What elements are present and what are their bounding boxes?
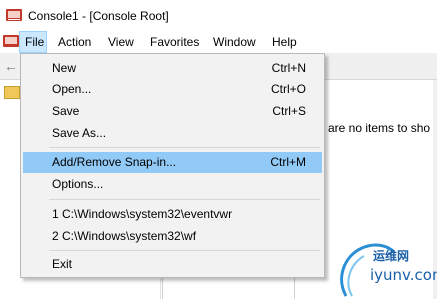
menu-file[interactable]: File [19,31,47,53]
menu-favorites[interactable]: Favorites [150,31,199,53]
console-app-icon[interactable] [3,34,19,48]
file-menu-dropdown: New Ctrl+N Open... Ctrl+O Save Ctrl+S Sa… [20,53,325,278]
menu-item-shortcut: Ctrl+S [272,104,306,118]
menu-item-label: Add/Remove Snap-in... [52,155,177,169]
title-bar: Console1 - [Console Root] [0,0,437,31]
menu-item-save-as[interactable]: Save As... [23,123,322,144]
menu-item-recent-wf[interactable]: 2 C:\Windows\system32\wf [23,226,322,247]
menu-item-label: Exit [52,257,73,271]
menu-item-label: Open... [52,82,92,96]
menu-item-new[interactable]: New Ctrl+N [23,58,322,79]
menu-item-shortcut: Ctrl+O [270,82,306,96]
menu-separator [49,250,320,251]
menu-item-recent-eventvwr[interactable]: 1 C:\Windows\system32\eventvwr [23,204,322,225]
menu-bar: File Action View Favorites Window Help [0,31,437,53]
empty-list-message: e are no items to sho [318,121,431,135]
back-arrow-icon[interactable]: ← [4,58,18,74]
watermark-url: iyunv.com [370,266,437,284]
console-app-icon [6,9,22,21]
menu-item-shortcut: Ctrl+N [271,61,306,75]
window-title: Console1 - [Console Root] [28,9,169,23]
menu-item-save[interactable]: Save Ctrl+S [23,101,322,122]
menu-item-open[interactable]: Open... Ctrl+O [23,79,322,100]
menu-item-shortcut: Ctrl+M [270,155,306,169]
menu-item-options[interactable]: Options... [23,174,322,195]
menu-item-label: New [52,61,77,75]
menu-window[interactable]: Window [213,31,256,53]
menu-help[interactable]: Help [272,31,297,53]
menu-item-label: Save As... [52,126,107,140]
menu-item-exit[interactable]: Exit [23,254,322,275]
menu-item-label: Save [52,104,80,118]
menu-action[interactable]: Action [58,31,91,53]
menu-item-add-remove-snap-in[interactable]: Add/Remove Snap-in... Ctrl+M [23,152,322,173]
menu-item-label: 1 C:\Windows\system32\eventvwr [52,207,233,221]
menu-separator [49,147,320,148]
menu-view[interactable]: View [108,31,134,53]
folder-icon [4,86,20,99]
menu-item-label: 2 C:\Windows\system32\wf [52,229,197,243]
watermark-text: 运维网 [373,249,410,263]
menu-item-label: Options... [52,177,104,191]
menu-separator [49,199,320,200]
